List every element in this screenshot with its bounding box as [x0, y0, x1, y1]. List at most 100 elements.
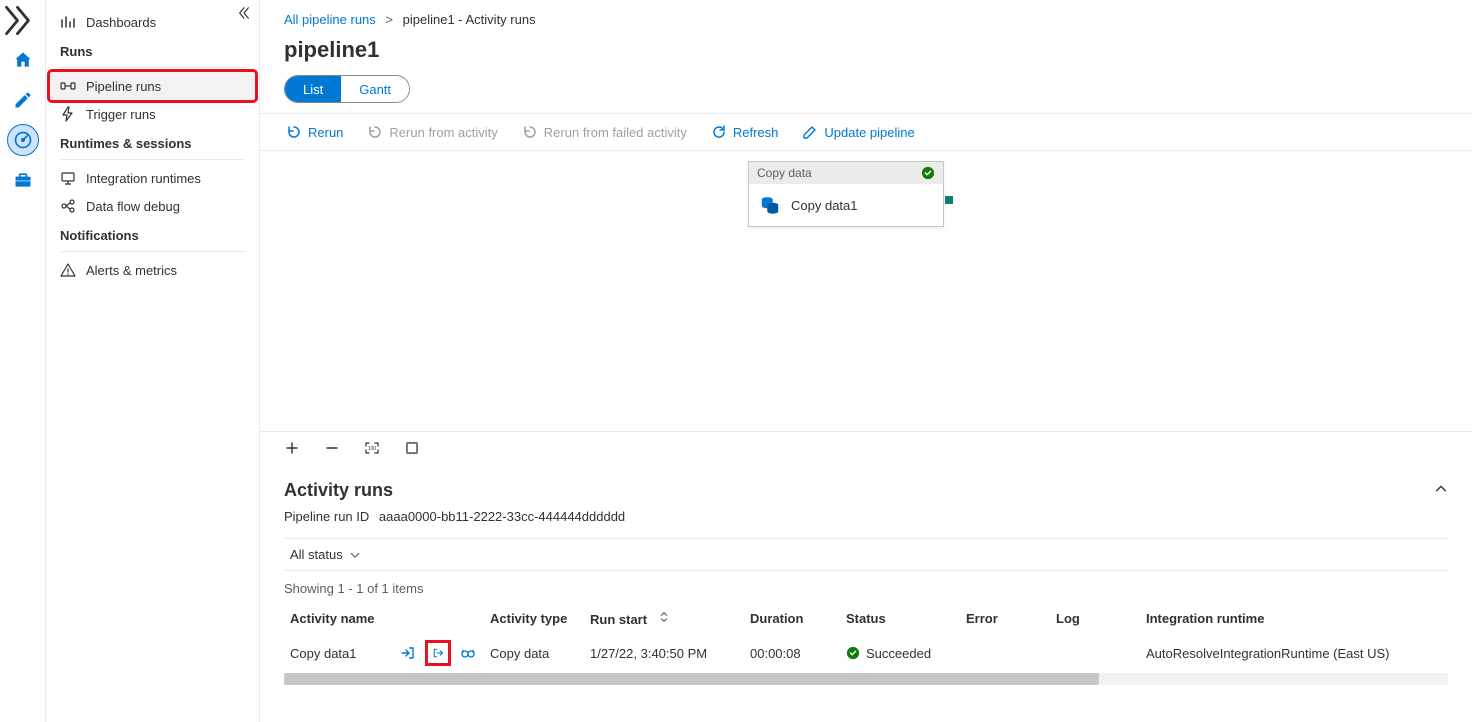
horizontal-scrollbar[interactable]: [284, 673, 1448, 685]
panel-trigger-runs[interactable]: Trigger runs: [50, 100, 255, 128]
th-error[interactable]: Error: [960, 602, 1050, 635]
activity-node[interactable]: Copy data Copy data1: [748, 161, 944, 227]
view-toggle: List Gantt: [284, 75, 410, 103]
activity-runs-table: Activity name Activity type Run start Du…: [284, 602, 1448, 671]
run-id-label: Pipeline run ID: [284, 509, 369, 524]
table-row[interactable]: Copy data1: [284, 635, 1448, 671]
output-details-button[interactable]: [428, 643, 448, 663]
row-ir: AutoResolveIntegrationRuntime (East US): [1140, 635, 1448, 671]
view-toggle-row: List Gantt: [260, 75, 1472, 113]
activity-node-type: Copy data: [757, 166, 812, 180]
refresh-icon: [711, 124, 727, 140]
rerun-activity-label: Rerun from activity: [389, 125, 497, 140]
toolbar: Rerun Rerun from activity Rerun from fai…: [260, 113, 1472, 151]
input-details-button[interactable]: [398, 643, 418, 663]
row-duration: 00:00:08: [744, 635, 840, 671]
panel-dashboards[interactable]: Dashboards: [50, 8, 255, 36]
rerun-activity-icon: [367, 124, 383, 140]
collapse-activity-button[interactable]: [1434, 480, 1448, 501]
row-status-text: Succeeded: [866, 646, 931, 661]
view-gantt-button[interactable]: Gantt: [341, 76, 409, 102]
panel-trigger-runs-label: Trigger runs: [86, 107, 156, 122]
rail-home[interactable]: [7, 44, 39, 76]
glasses-icon: [460, 645, 476, 661]
activity-node-body: Copy data1: [749, 184, 943, 226]
breadcrumb-root[interactable]: All pipeline runs: [284, 12, 376, 27]
monitor-panel: Dashboards Runs Pipeline runs Trigger ru…: [46, 0, 260, 722]
minus-icon: [324, 440, 340, 456]
panel-runtimes-header: Runtimes & sessions: [50, 128, 255, 155]
dataflow-icon: [60, 198, 76, 214]
row-status: Succeeded: [846, 646, 954, 661]
rail-author[interactable]: [7, 84, 39, 116]
panel-pipeline-runs[interactable]: Pipeline runs: [50, 72, 255, 100]
chevron-double-left-icon: [237, 6, 251, 20]
rerun-button[interactable]: Rerun: [284, 120, 345, 144]
th-run-start[interactable]: Run start: [584, 602, 744, 635]
rerun-label: Rerun: [308, 125, 343, 140]
plus-icon: [284, 440, 300, 456]
dashboard-icon: [60, 14, 76, 30]
table-header-row: Activity name Activity type Run start Du…: [284, 602, 1448, 635]
collapse-panel-button[interactable]: [237, 6, 251, 23]
pipeline-canvas[interactable]: Copy data Copy data1: [260, 151, 1472, 431]
chevron-up-icon: [1434, 482, 1448, 496]
rerun-failed-icon: [522, 124, 538, 140]
th-status[interactable]: Status: [840, 602, 960, 635]
rail-manage[interactable]: [7, 164, 39, 196]
filter-row: All status: [284, 538, 1448, 571]
scrollbar-thumb[interactable]: [284, 673, 1099, 685]
panel-alerts[interactable]: Alerts & metrics: [50, 256, 255, 284]
rerun-icon: [286, 124, 302, 140]
fit-icon: 100: [364, 440, 380, 456]
sort-icon: [657, 610, 671, 624]
main-content: All pipeline runs > pipeline1 - Activity…: [260, 0, 1472, 722]
run-id-value: aaaa0000-bb11-2222-33cc-444444dddddd: [379, 509, 625, 524]
row-run-start: 1/27/22, 3:40:50 PM: [584, 635, 744, 671]
fullscreen-icon: [404, 440, 420, 456]
edit-icon: [802, 124, 818, 140]
pipeline-icon: [60, 78, 76, 94]
panel-dashboards-label: Dashboards: [86, 15, 156, 30]
zoom-fit-button[interactable]: 100: [364, 440, 380, 456]
activity-name-cell: Copy data1: [290, 643, 478, 663]
status-filter[interactable]: All status: [284, 547, 361, 562]
success-icon: [921, 166, 935, 180]
rail-monitor[interactable]: [7, 124, 39, 156]
activity-node-name: Copy data1: [791, 198, 858, 213]
trigger-icon: [60, 106, 76, 122]
th-duration[interactable]: Duration: [744, 602, 840, 635]
runtime-icon: [60, 170, 76, 186]
run-id-row: Pipeline run ID aaaa0000-bb11-2222-33cc-…: [284, 501, 1448, 538]
chevron-down-icon: [349, 549, 361, 561]
output-icon: [432, 645, 444, 661]
page-title: pipeline1: [260, 31, 1472, 75]
th-activity-type[interactable]: Activity type: [484, 602, 584, 635]
update-pipeline-button[interactable]: Update pipeline: [800, 120, 916, 144]
view-list-button[interactable]: List: [285, 76, 341, 102]
zoom-in-button[interactable]: [284, 440, 300, 456]
pencil-icon: [13, 90, 33, 110]
panel-pipeline-runs-label: Pipeline runs: [86, 79, 161, 94]
row-activity-type: Copy data: [484, 635, 584, 671]
panel-dataflow-debug[interactable]: Data flow debug: [50, 192, 255, 220]
activity-runs-title: Activity runs: [284, 480, 393, 501]
toolbox-icon: [13, 170, 33, 190]
rerun-activity-button: Rerun from activity: [365, 120, 499, 144]
fullscreen-button[interactable]: [404, 440, 420, 456]
refresh-button[interactable]: Refresh: [709, 120, 781, 144]
rerun-failed-label: Rerun from failed activity: [544, 125, 687, 140]
details-glasses-button[interactable]: [458, 643, 478, 663]
left-rail: [0, 0, 46, 722]
canvas-marker: [945, 196, 953, 204]
th-activity-name[interactable]: Activity name: [284, 602, 484, 635]
zoom-out-button[interactable]: [324, 440, 340, 456]
row-log: [1050, 635, 1140, 671]
activity-runs-section: Activity runs Pipeline run ID aaaa0000-b…: [260, 464, 1472, 671]
expand-rail-button[interactable]: [0, 4, 45, 36]
th-ir[interactable]: Integration runtime: [1140, 602, 1448, 635]
svg-text:100: 100: [368, 446, 377, 452]
panel-integration-runtimes[interactable]: Integration runtimes: [50, 164, 255, 192]
th-log[interactable]: Log: [1050, 602, 1140, 635]
panel-dataflow-debug-label: Data flow debug: [86, 199, 180, 214]
